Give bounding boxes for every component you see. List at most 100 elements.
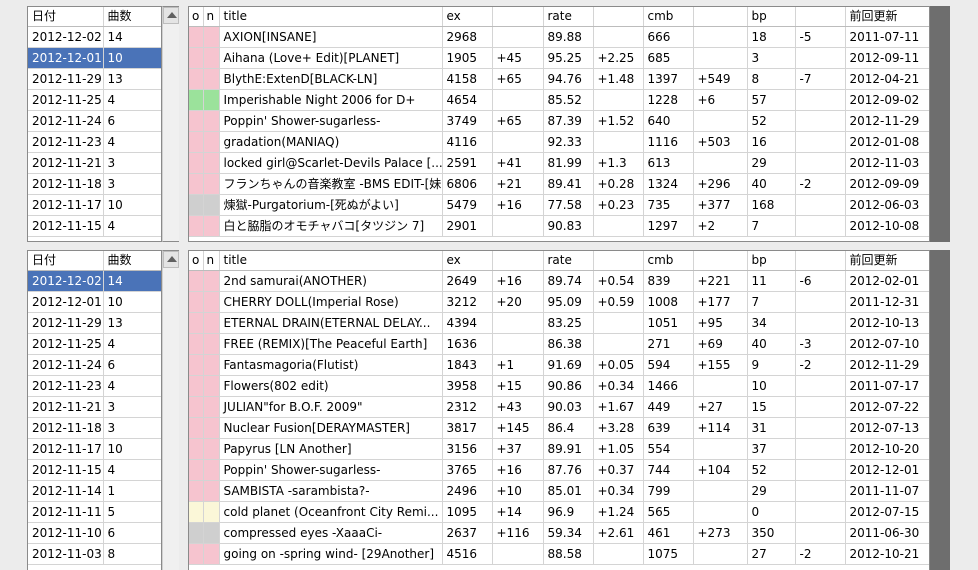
score-row[interactable]: 煉獄-Purgatorium-[死ぬがよい] 5479 +16 77.58 +0.23 7… [189, 194, 929, 216]
score-row[interactable]: gradation(MANIAQ) 4116 92.33 1116 +503 16 2012… [189, 131, 929, 153]
date-row[interactable]: 2012-11-10 6 [28, 522, 161, 544]
date-list-bottom-scrollbar[interactable] [162, 250, 179, 570]
date-row[interactable]: 2012-11-03 8 [28, 543, 161, 565]
header-ex-diff[interactable] [492, 251, 544, 271]
date-row[interactable]: 2012-12-01 10 [28, 291, 161, 313]
header-n[interactable]: n [203, 251, 220, 271]
header-ex[interactable]: ex [442, 7, 493, 27]
cmb-cell: 565 [643, 501, 694, 523]
header-cmb[interactable]: cmb [643, 251, 694, 271]
score-row[interactable]: SAMBISTA -sarambista?- 2496 +10 85.01 +0.34 7… [189, 480, 929, 502]
score-row[interactable]: Aihana (Love+ Edit)[PLANET] 1905 +45 95.25 +… [189, 47, 929, 69]
header-rate-diff[interactable] [593, 251, 644, 271]
header-rate-diff[interactable] [593, 7, 644, 27]
prev-cell: 2012-04-21 [845, 68, 929, 90]
date-row[interactable]: 2012-11-21 3 [28, 396, 161, 418]
score-row[interactable]: Poppin' Shower-sugarless- 3749 +65 87.39 +1.… [189, 110, 929, 132]
score-row[interactable]: BlythE:ExtenD[BLACK-LN] 4158 +65 94.76 +1.48… [189, 68, 929, 90]
score-row[interactable]: Fantasmagoria(Flutist) 1843 +1 91.69 +0.05 59… [189, 354, 929, 376]
header-bp-diff[interactable] [795, 7, 846, 27]
score-row[interactable]: Papyrus [LN Another] 3156 +37 89.91 +1.05 554… [189, 438, 929, 460]
date-list-top[interactable]: 日付 曲数 2012-12-02 14 2012-12-01 10 2012-11-29… [27, 6, 162, 242]
score-row[interactable]: 2nd samurai(ANOTHER) 2649 +16 89.74 +0.54 839… [189, 270, 929, 292]
header-bp-diff[interactable] [795, 251, 846, 271]
clear-lamp-cell [189, 47, 204, 69]
title-cell: 白と脇脂のオモチャバコ[タツジン 7] [219, 215, 443, 237]
date-row[interactable]: 2012-11-17 10 [28, 194, 161, 216]
date-row[interactable]: 2012-11-25 4 [28, 333, 161, 355]
score-row[interactable]: JULIAN"for B.O.F. 2009" 2312 +43 90.03 +1.67… [189, 396, 929, 418]
header-cmb-diff[interactable] [693, 251, 748, 271]
date-row[interactable]: 2012-11-24 6 [28, 110, 161, 132]
header-cmb-diff[interactable] [693, 7, 748, 27]
clear-lamp-cell [189, 152, 204, 174]
score-row[interactable]: compressed eyes -XaaaCi- 2637 +116 59.34 +2.… [189, 522, 929, 544]
header-title[interactable]: title [219, 7, 443, 27]
header-bp[interactable]: bp [747, 251, 796, 271]
score-row[interactable]: フランちゃんの音楽教室 -BMS EDIT-[妹... 6806 +21 89.41 +… [189, 173, 929, 195]
score-row[interactable]: ETERNAL DRAIN(ETERNAL DELAY... 4394 83.25 1… [189, 312, 929, 334]
date-row[interactable]: 2012-11-15 4 [28, 215, 161, 237]
score-row[interactable]: cold planet (Oceanfront City Remi... 1095… [189, 501, 929, 523]
date-row[interactable]: 2012-12-01 10 [28, 47, 161, 69]
header-date[interactable]: 日付 [28, 251, 104, 271]
date-row[interactable]: 2012-11-17 10 [28, 438, 161, 460]
header-ex[interactable]: ex [442, 251, 493, 271]
ex-diff-cell: +21 [492, 173, 544, 195]
date-list-bottom[interactable]: 日付 曲数 2012-12-02 14 2012-12-01 10 2012-11-29… [27, 250, 162, 570]
rate-diff-cell: +0.28 [593, 173, 644, 195]
title-cell: FREE (REMIX)[The Peaceful Earth] [219, 333, 443, 355]
score-table-top[interactable]: o n title ex rate cmb bp 前回更新 AXION[INSANE] 2968… [188, 6, 930, 242]
header-count[interactable]: 曲数 [103, 7, 161, 27]
date-row[interactable]: 2012-11-24 6 [28, 354, 161, 376]
cmb-diff-cell [693, 438, 748, 460]
title-cell: Fantasmagoria(Flutist) [219, 354, 443, 376]
date-row[interactable]: 2012-11-11 5 [28, 501, 161, 523]
score-table-bottom[interactable]: o n title ex rate cmb bp 前回更新 2nd samurai(ANOTH… [188, 250, 930, 570]
date-row[interactable]: 2012-11-29 13 [28, 312, 161, 334]
date-row[interactable]: 2012-11-18 3 [28, 173, 161, 195]
date-row[interactable]: 2012-11-14 1 [28, 480, 161, 502]
score-row[interactable]: going on -spring wind- [29Another] 4516 88… [189, 543, 929, 565]
score-row[interactable]: Poppin' Shower-sugarless- 3765 +16 87.76 +0.… [189, 459, 929, 481]
scroll-up-button[interactable] [163, 251, 179, 268]
header-bp[interactable]: bp [747, 7, 796, 27]
header-cmb[interactable]: cmb [643, 7, 694, 27]
date-list-top-scrollbar[interactable] [162, 6, 179, 242]
rate-diff-cell: +2.25 [593, 47, 644, 69]
date-row[interactable]: 2012-11-15 4 [28, 459, 161, 481]
header-prev[interactable]: 前回更新 [845, 7, 929, 27]
score-row[interactable]: AXION[INSANE] 2968 89.88 666 18 -5 2011-07-11 [189, 26, 929, 48]
date-row[interactable]: 2012-11-23 4 [28, 131, 161, 153]
prev-cell: 2012-11-03 [845, 152, 929, 174]
header-prev[interactable]: 前回更新 [845, 251, 929, 271]
header-count[interactable]: 曲数 [103, 251, 161, 271]
date-row[interactable]: 2012-11-29 13 [28, 68, 161, 90]
score-row[interactable]: Nuclear Fusion[DERAYMASTER] 3817 +145 86.4 +… [189, 417, 929, 439]
header-date[interactable]: 日付 [28, 7, 104, 27]
date-row[interactable]: 2012-12-02 14 [28, 26, 161, 48]
score-row[interactable]: Flowers(802 edit) 3958 +15 90.86 +0.34 1466 10… [189, 375, 929, 397]
header-title[interactable]: title [219, 251, 443, 271]
date-row[interactable]: 2012-11-23 4 [28, 375, 161, 397]
date-row[interactable]: 2012-11-21 3 [28, 152, 161, 174]
date-row[interactable]: 2012-11-25 4 [28, 89, 161, 111]
count-cell: 3 [103, 417, 161, 439]
score-row[interactable]: 白と脇脂のオモチャバコ[タツジン 7] 2901 90.83 1297 +2 7 2012-… [189, 215, 929, 237]
header-o[interactable]: o [189, 7, 204, 27]
header-n[interactable]: n [203, 7, 220, 27]
header-rate[interactable]: rate [543, 7, 594, 27]
date-row[interactable]: 2012-11-18 3 [28, 417, 161, 439]
header-ex-diff[interactable] [492, 7, 544, 27]
date-row[interactable]: 2012-12-02 14 [28, 270, 161, 292]
count-cell: 10 [103, 291, 161, 313]
scroll-up-button[interactable] [163, 7, 179, 24]
ex-diff-cell [492, 131, 544, 153]
score-row[interactable]: locked girl@Scarlet-Devils Palace [... 25… [189, 152, 929, 174]
score-row[interactable]: Imperishable Night 2006 for D+ 4654 85.52 1… [189, 89, 929, 111]
header-rate[interactable]: rate [543, 251, 594, 271]
score-row[interactable]: FREE (REMIX)[The Peaceful Earth] 1636 86.3… [189, 333, 929, 355]
bp-cell: 52 [747, 110, 796, 132]
header-o[interactable]: o [189, 251, 204, 271]
score-row[interactable]: CHERRY DOLL(Imperial Rose) 3212 +20 95.09 +0… [189, 291, 929, 313]
